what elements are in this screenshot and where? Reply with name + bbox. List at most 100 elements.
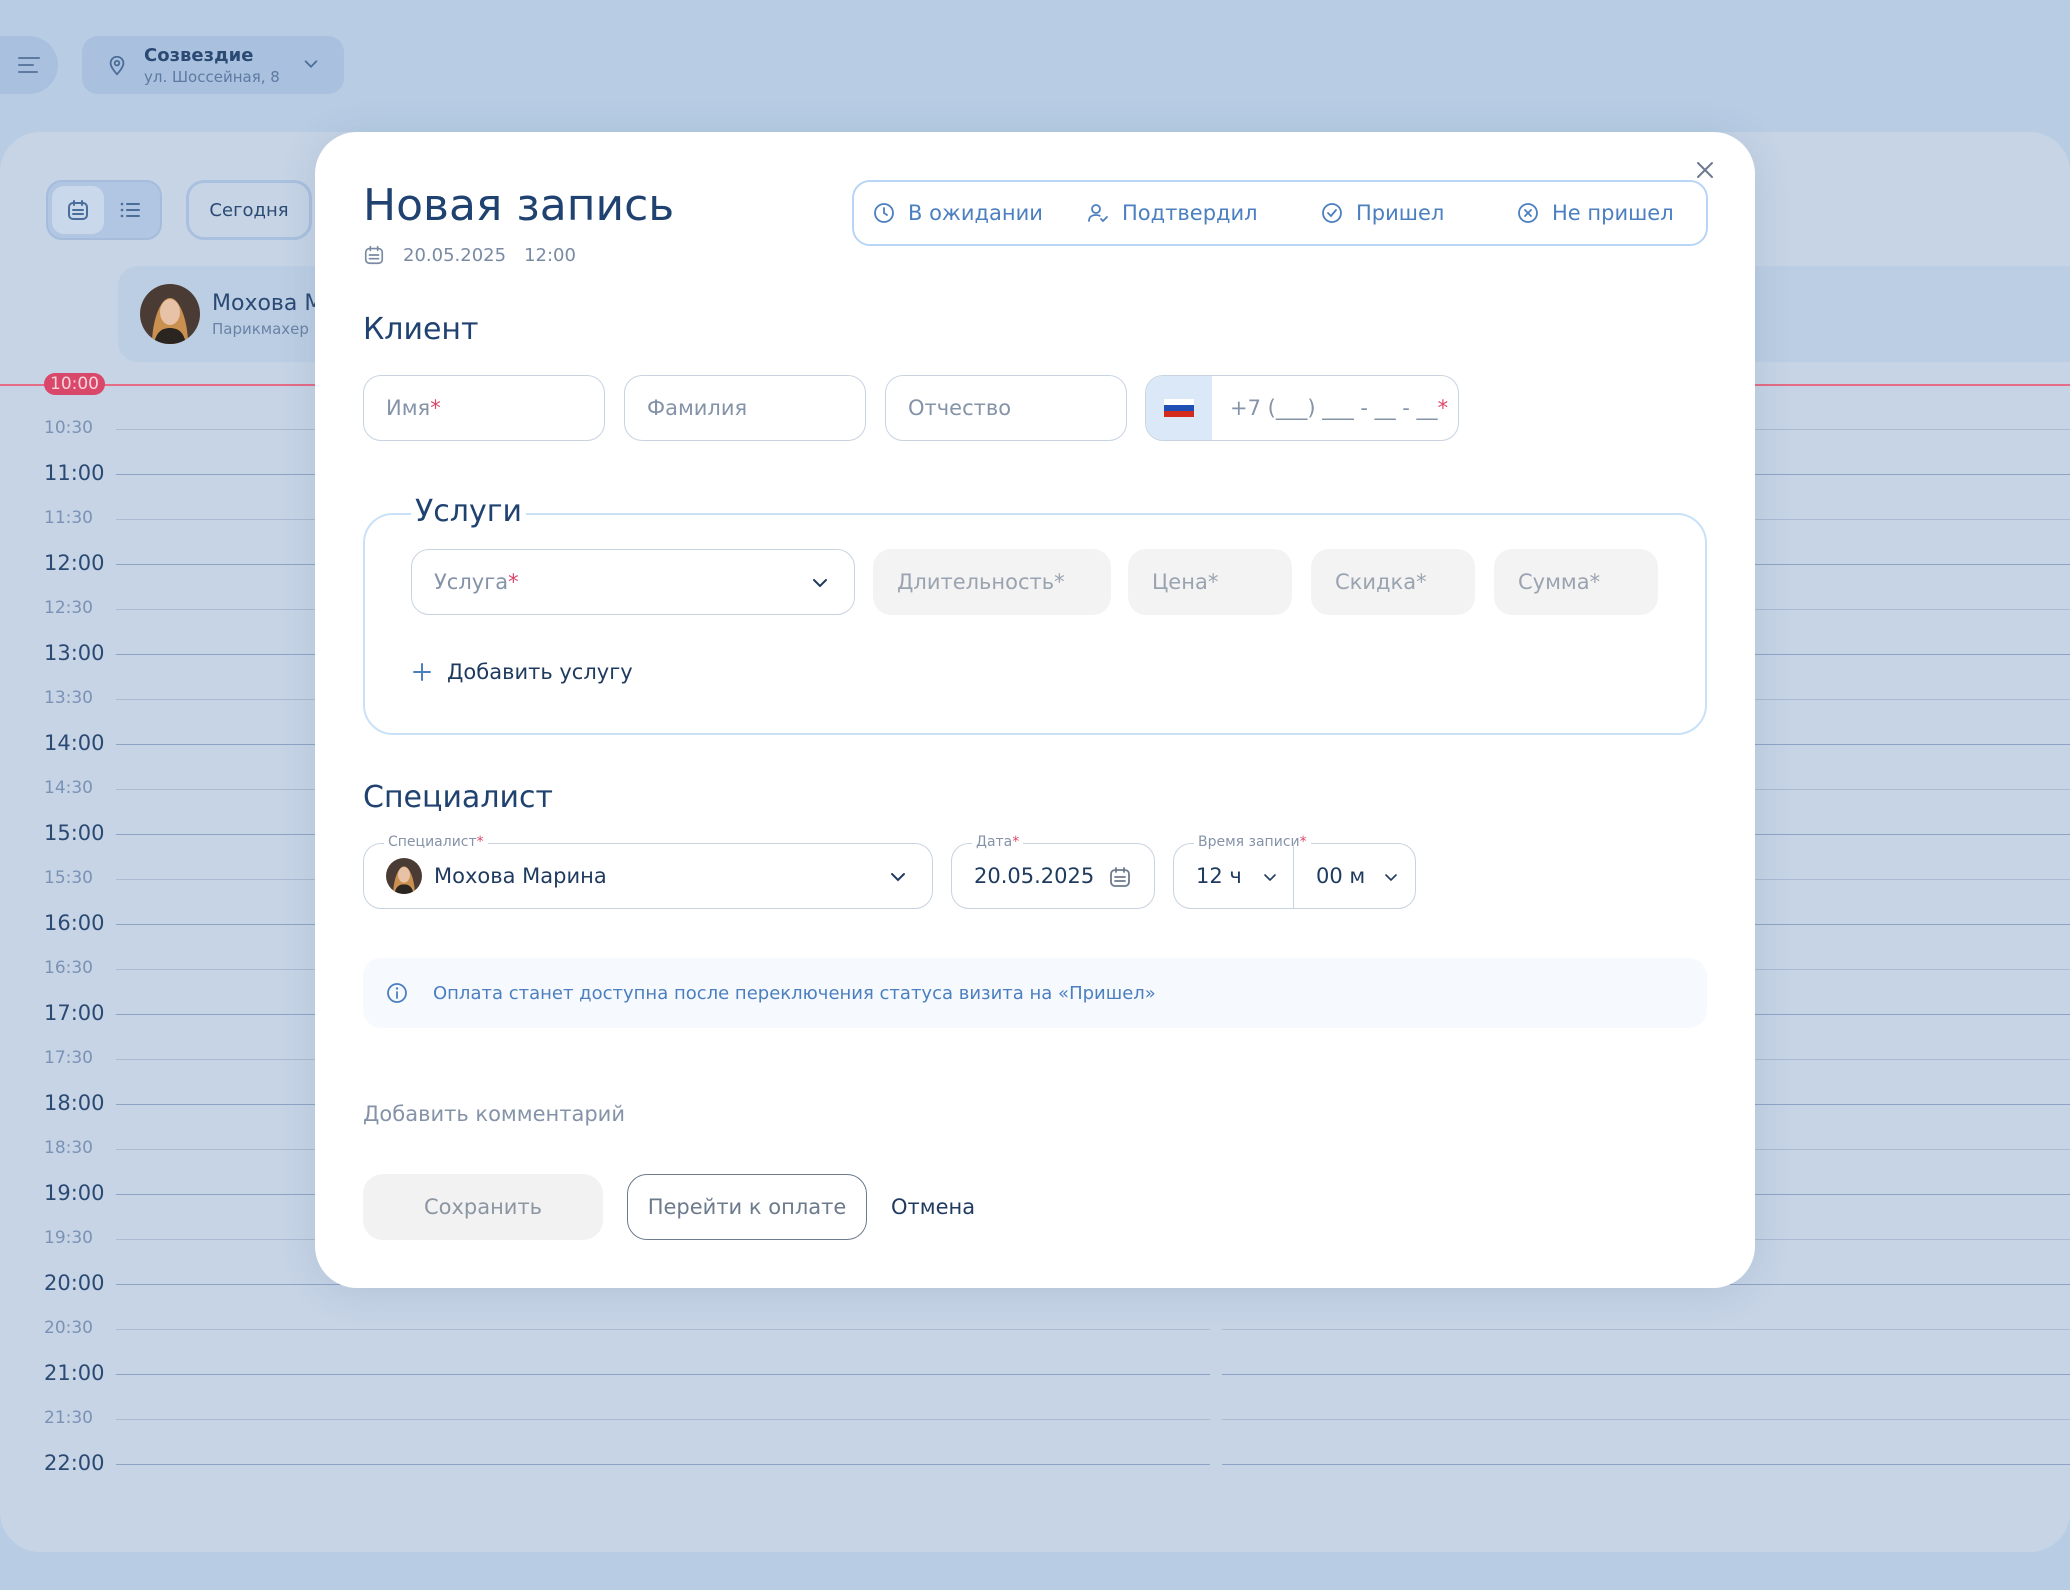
first-name-input[interactable]: Имя * [363, 375, 605, 441]
list-view-button[interactable] [104, 186, 156, 234]
last-name-input[interactable]: Фамилия [624, 375, 866, 441]
time-slot-label: 17:30 [44, 1048, 93, 1068]
check-circle-icon [1322, 203, 1342, 223]
required-mark: * [430, 396, 441, 420]
price-input[interactable]: Цена* [1128, 549, 1292, 615]
specialist-select[interactable]: Специалист* Мохова Марина [363, 834, 933, 909]
visit-status-selector: В ожидании Подтвердил Пришел Не пришел [852, 180, 1708, 246]
phone-input[interactable]: +7 (___) ___ - __ - __ * [1145, 375, 1459, 441]
time-slot-label: 15:30 [44, 868, 93, 888]
chevron-down-icon [1385, 874, 1397, 882]
add-service-button[interactable]: Добавить услугу [411, 660, 633, 684]
sum-input[interactable]: Сумма* [1494, 549, 1658, 615]
time-slot-label: 19:00 [44, 1181, 105, 1205]
close-icon [1697, 162, 1713, 178]
services-fieldset [363, 513, 1707, 735]
user-check-icon [1088, 204, 1108, 223]
grid-line [1222, 1329, 2070, 1330]
modal-title: Новая запись [363, 180, 675, 231]
hour-value: 12 ч [1196, 864, 1242, 888]
required-mark: * [508, 570, 519, 594]
chevron-down-icon [891, 873, 905, 882]
status-waiting[interactable]: В ожидании [872, 182, 1086, 244]
info-text: Оплата станет доступна после переключени… [433, 982, 1156, 1004]
time-slot-label: 13:00 [44, 641, 105, 665]
x-circle-icon [1518, 203, 1538, 223]
time-slot-label: 14:30 [44, 778, 93, 798]
new-appointment-modal: Новая запись 20.05.2025 12:00 В ожидании… [315, 132, 1755, 1288]
time-slot-label: 21:30 [44, 1408, 93, 1428]
grid-line [1222, 1464, 2070, 1465]
last-name-placeholder: Фамилия [647, 396, 748, 420]
appointment-time: 12:00 [524, 244, 576, 266]
time-slot-label: 16:00 [44, 911, 105, 935]
services-section-title: Услуги [411, 494, 526, 529]
status-arrived[interactable]: Пришел [1320, 182, 1516, 244]
date-input[interactable]: Дата* 20.05.2025 [951, 834, 1155, 909]
location-selector[interactable]: Созвездие ул. Шоссейная, 8 [82, 36, 344, 94]
chevron-down-icon [304, 60, 318, 68]
appointment-date: 20.05.2025 [403, 244, 507, 266]
add-comment-link[interactable]: Добавить комментарий [363, 1102, 625, 1126]
time-slot-label: 20:00 [44, 1271, 105, 1295]
menu-icon [18, 57, 40, 73]
hour-select[interactable]: 12 ч [1174, 844, 1294, 908]
info-icon [387, 983, 407, 1003]
time-slot-label: 10:30 [44, 418, 93, 438]
current-time-badge: 10:00 [44, 373, 105, 395]
avatar [140, 284, 200, 344]
required-mark: * [1437, 396, 1449, 420]
status-label: Пришел [1356, 201, 1445, 225]
duration-input[interactable]: Длительность* [873, 549, 1111, 615]
location-address: ул. Шоссейная, 8 [144, 67, 280, 86]
patronymic-input[interactable]: Отчество [885, 375, 1127, 441]
grid-line [116, 1374, 1210, 1375]
time-slot-label: 17:00 [44, 1001, 105, 1025]
save-button[interactable]: Сохранить [363, 1174, 603, 1240]
menu-button[interactable] [0, 36, 58, 94]
chevron-down-icon [1264, 874, 1276, 882]
service-select[interactable]: Услуга * [411, 549, 855, 615]
time-slot-label: 11:00 [44, 461, 105, 485]
location-pin-icon [109, 55, 125, 76]
grid-line [1222, 1419, 2070, 1420]
discount-input[interactable]: Скидка* [1311, 549, 1475, 615]
time-slot-label: 22:00 [44, 1451, 105, 1475]
appointment-meta: 20.05.2025 12:00 [363, 244, 576, 266]
time-slot-label: 12:30 [44, 598, 93, 618]
add-service-label: Добавить услугу [447, 660, 633, 684]
chevron-down-icon [813, 579, 827, 588]
time-slot-label: 21:00 [44, 1361, 105, 1385]
service-placeholder: Услуга [434, 570, 509, 594]
country-code-selector[interactable] [1146, 376, 1212, 440]
today-button[interactable]: Сегодня [186, 180, 312, 240]
specialist-value: Мохова Марина [434, 864, 607, 888]
payment-info-notice: Оплата станет доступна после переключени… [363, 958, 1707, 1028]
minute-select[interactable]: 00 м [1294, 844, 1414, 908]
calendar-icon [68, 200, 88, 220]
clock-icon [874, 203, 894, 223]
status-no-show[interactable]: Не пришел [1516, 182, 1674, 244]
status-label: Не пришел [1552, 201, 1674, 225]
specialist-role: Парикмахер [212, 319, 309, 338]
cancel-button[interactable]: Отмена [891, 1174, 975, 1240]
list-icon [120, 202, 140, 218]
time-slot-label: 19:30 [44, 1228, 93, 1248]
patronymic-placeholder: Отчество [908, 396, 1012, 420]
grid-line [116, 1419, 1210, 1420]
calendar-view-button[interactable] [52, 186, 104, 234]
minute-value: 00 м [1316, 864, 1366, 888]
specialist-section-title: Специалист [363, 780, 553, 815]
specialist-field-label: Специалист* [384, 834, 488, 850]
status-label: Подтвердил [1122, 201, 1258, 225]
specialist-name: Мохова М [212, 290, 324, 316]
status-confirmed[interactable]: Подтвердил [1086, 182, 1320, 244]
go-to-payment-button[interactable]: Перейти к оплате [627, 1174, 867, 1240]
phone-placeholder: +7 (___) ___ - __ - __ [1230, 396, 1438, 420]
grid-line [1222, 1374, 2070, 1375]
calendar-icon[interactable] [1108, 865, 1132, 889]
time-slot-label: 14:00 [44, 731, 105, 755]
grid-line [116, 1464, 1210, 1465]
location-name: Созвездие [144, 44, 254, 66]
first-name-placeholder: Имя [386, 396, 431, 420]
